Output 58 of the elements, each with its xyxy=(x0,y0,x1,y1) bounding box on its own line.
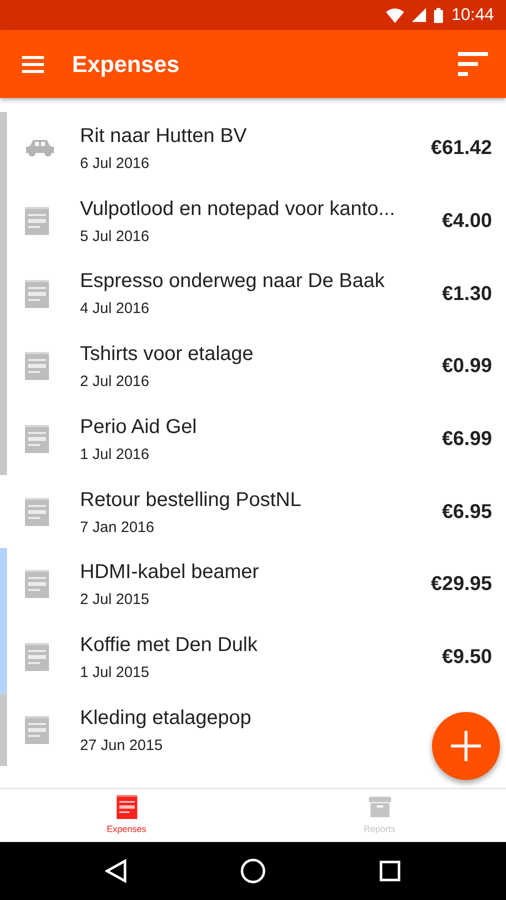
receipt-icon xyxy=(25,716,49,744)
receipt-icon xyxy=(25,570,49,598)
receipt-icon xyxy=(25,352,49,380)
expense-row[interactable]: Rit naar Hutten BV 6 Jul 2016 €61.42 xyxy=(0,112,506,185)
expense-amount: €4.00 xyxy=(442,209,492,234)
sort-icon[interactable] xyxy=(458,52,488,76)
expense-row[interactable]: Espresso onderweg naar De Baak 4 Jul 2016 €1.30 xyxy=(0,257,506,330)
expense-date: 2 Jul 2016 xyxy=(80,372,150,392)
expense-title: Perio Aid Gel xyxy=(80,414,197,440)
expense-amount: €0.99 xyxy=(442,354,492,380)
nav-tab[interactable]: Expenses xyxy=(0,789,253,842)
add-icon xyxy=(451,731,481,761)
archive-icon xyxy=(368,794,390,819)
clock-time: 10:44 xyxy=(451,4,494,26)
expense-title: Kleding etalagepop xyxy=(80,706,252,731)
add-button[interactable] xyxy=(432,712,500,780)
receipt-icon xyxy=(25,280,49,308)
battery-icon xyxy=(434,8,444,22)
home-button[interactable] xyxy=(240,858,266,884)
car-icon xyxy=(25,139,55,158)
expense-date: 27 Jun 2015 xyxy=(80,736,163,756)
screen-title: Expenses xyxy=(72,50,180,79)
expense-row[interactable]: Vulpotlood en notepad voor kanto... 5 Jul 2016 €4.00 xyxy=(0,184,506,258)
expense-row[interactable]: Tshirts voor etalage 2 Jul 2016 €0.99 xyxy=(0,330,506,403)
expense-row[interactable]: Perio Aid Gel 1 Jul 2016 €6.99 xyxy=(0,402,506,476)
expense-amount: €9.50 xyxy=(442,645,492,670)
expense-amount: €6.95 xyxy=(442,500,492,525)
expense-date: 5 Jul 2016 xyxy=(80,226,150,247)
expense-title: Retour bestelling PostNL xyxy=(80,488,302,513)
receipt-icon xyxy=(25,425,49,454)
expense-title: Tshirts voor etalage xyxy=(80,342,254,368)
expense-title: Espresso onderweg naar De Baak xyxy=(80,269,385,294)
receipt-icon xyxy=(25,643,49,672)
expense-date: 4 Jul 2016 xyxy=(80,299,150,320)
expense-title: Koffie met Den Dulk xyxy=(80,632,258,658)
back-button[interactable] xyxy=(104,858,127,884)
expense-amount: €1.30 xyxy=(442,282,492,307)
recents-button[interactable] xyxy=(379,859,402,883)
expense-date: 7 Jan 2016 xyxy=(80,518,154,538)
expense-title: Vulpotlood en notepad voor kanto... xyxy=(80,196,396,222)
wifi-icon xyxy=(386,8,404,22)
signal-icon xyxy=(412,8,426,22)
expense-date: 1 Jul 2016 xyxy=(80,444,150,465)
receipt-icon xyxy=(25,207,49,236)
expense-amount: €61.42 xyxy=(430,136,492,162)
receipt-icon xyxy=(25,498,49,526)
menu-icon[interactable] xyxy=(22,56,44,72)
expense-amount: €6.99 xyxy=(442,427,492,452)
expense-row[interactable]: Retour bestelling PostNL 7 Jan 2016 €6.95 xyxy=(0,475,506,548)
expense-row[interactable]: HDMI-kabel beamer 2 Jul 2015 €29.95 xyxy=(0,548,506,621)
expense-date: 2 Jul 2015 xyxy=(80,590,150,610)
receipt-icon xyxy=(116,794,138,819)
expense-title: HDMI-kabel beamer xyxy=(80,560,259,586)
expense-amount: €29.95 xyxy=(430,572,492,598)
expense-row[interactable]: Koffie met Den Dulk 1 Jul 2015 €9.50 xyxy=(0,620,506,694)
expense-date: 1 Jul 2015 xyxy=(80,662,150,683)
expense-title: Rit naar Hutten BV xyxy=(80,124,247,150)
expense-date: 6 Jul 2016 xyxy=(80,154,150,174)
